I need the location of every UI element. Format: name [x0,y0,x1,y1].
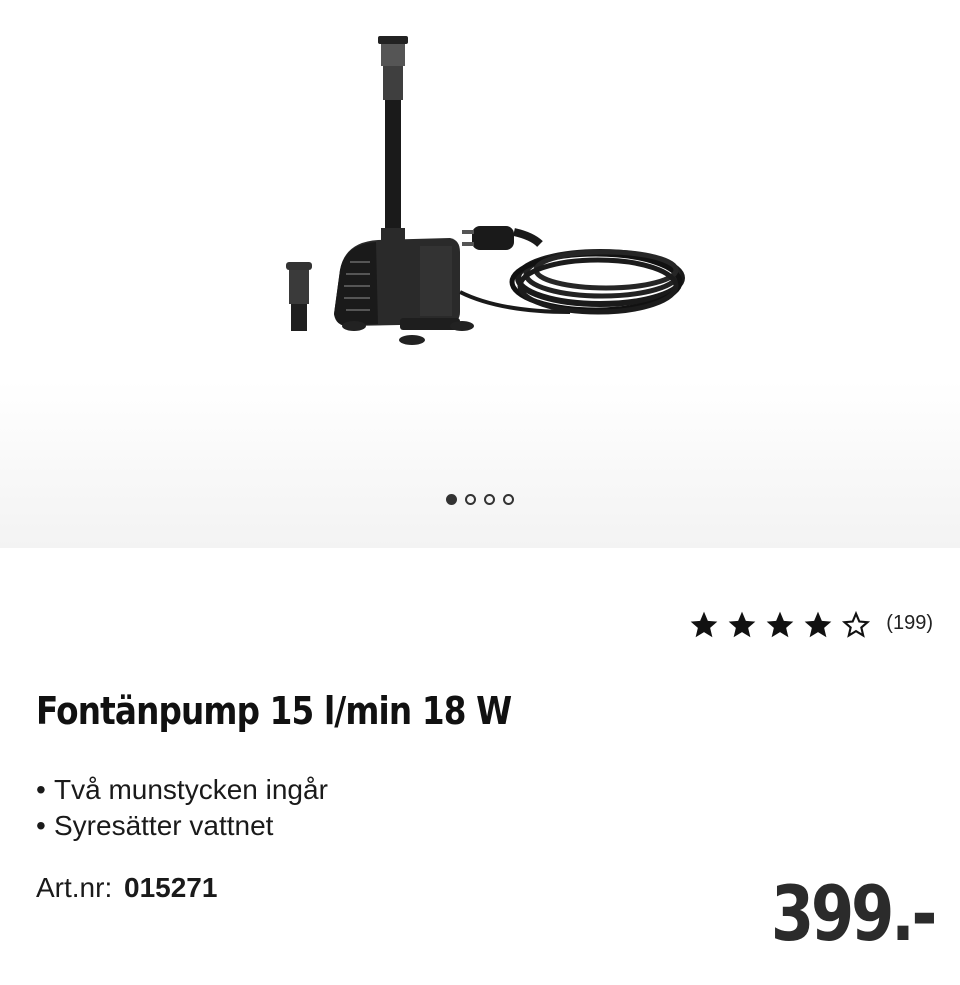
article-number-value: 015271 [124,872,218,903]
product-price: 399.- [770,869,938,958]
product-rating[interactable]: (199) [688,609,933,641]
carousel-indicators [0,494,960,505]
carousel-dot[interactable] [446,494,457,505]
feature-item: • Två munstycken ingår [36,772,328,808]
star-rating [688,609,872,641]
star-outline-icon [842,610,871,638]
bullet-icon: • [36,810,46,841]
carousel-dot[interactable] [484,494,495,505]
feature-text: Två munstycken ingår [54,774,328,805]
carousel-dot[interactable] [503,494,514,505]
product-title: Fontänpump 15 l/min 18 W [36,689,512,733]
star-filled-icon [766,611,794,638]
star-filled-icon [804,611,832,638]
article-number-label: Art.nr: [36,872,113,903]
feature-text: Syresätter vattnet [54,810,274,841]
feature-list: • Två munstycken ingår • Syresätter vattne… [36,772,328,844]
product-image-gallery[interactable] [0,0,960,548]
star-filled-icon [690,611,718,638]
product-image [286,36,685,345]
review-count[interactable]: (199) [886,612,933,635]
article-number: Art.nr: 015271 [36,872,217,904]
carousel-dot[interactable] [465,494,476,505]
feature-item: • Syresätter vattnet [36,808,328,844]
bullet-icon: • [36,774,46,805]
star-filled-icon [728,611,756,638]
